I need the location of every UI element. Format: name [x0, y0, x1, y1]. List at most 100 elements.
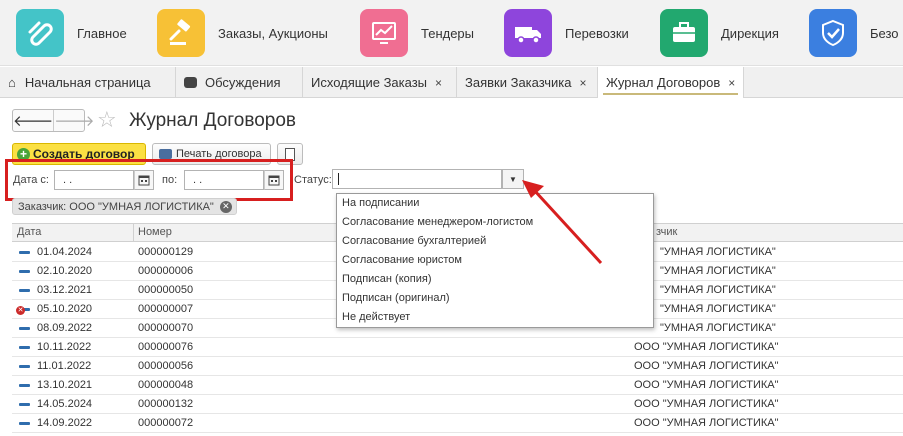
cell-customer: "УМНАЯ ЛОГИСТИКА": [660, 303, 776, 315]
tab-label: Начальная страница: [24, 75, 151, 90]
section-main[interactable]: Главное: [16, 9, 127, 57]
cell-customer: "УМНАЯ ЛОГИСТИКА": [660, 322, 776, 334]
section-label: Безо: [870, 25, 899, 41]
document-status-icon: [19, 270, 30, 273]
deletion-mark-icon: ✕: [16, 306, 25, 315]
status-option[interactable]: Согласование менеджером-логистом: [342, 216, 533, 228]
date-from-label: Дата с:: [13, 174, 49, 186]
column-customer[interactable]: зчик: [656, 226, 677, 238]
column-separator: [133, 224, 134, 241]
tab-home[interactable]: ⌂ Начальная страница: [0, 67, 176, 98]
section-label: Заказы, Аукционы: [218, 25, 328, 41]
sections-panel: Главное Заказы, Аукционы Тендеры Перевоз…: [0, 0, 903, 66]
history-navigation: 🡐 🡒: [12, 109, 94, 132]
cell-number: 000000056: [138, 360, 194, 372]
open-windows-tabs: ⌂ Начальная страница Обсуждения Исходящи…: [0, 67, 903, 98]
status-option[interactable]: Подписан (копия): [342, 273, 432, 285]
cell-number: 000000006: [138, 265, 194, 277]
table-row[interactable]: 14.05.2024 000000132 ООО "УМНАЯ ЛОГИСТИК…: [12, 395, 903, 414]
document-status-icon: [19, 422, 30, 425]
document-status-icon: [19, 365, 30, 368]
document-status-icon: [19, 346, 30, 349]
section-management[interactable]: Дирекция: [660, 9, 779, 57]
section-orders-auctions[interactable]: Заказы, Аукционы: [157, 9, 328, 57]
tab-contracts-journal[interactable]: Журнал Договоров ×: [598, 67, 744, 98]
cell-date: 08.09.2022: [37, 322, 93, 334]
section-security[interactable]: Безо: [809, 9, 899, 57]
date-to-label: по:: [162, 174, 178, 186]
table-row[interactable]: 10.11.2022 000000076 ООО "УМНАЯ ЛОГИСТИК…: [12, 338, 903, 357]
close-icon[interactable]: ×: [728, 76, 735, 90]
section-label: Перевозки: [565, 25, 629, 41]
status-option[interactable]: Согласование юристом: [342, 254, 462, 266]
cell-number: 000000076: [138, 341, 194, 353]
cell-customer: "УМНАЯ ЛОГИСТИКА": [660, 284, 776, 296]
close-icon[interactable]: ×: [580, 76, 587, 90]
cell-number: 000000070: [138, 322, 194, 334]
table-row[interactable]: 14.09.2022 000000072 ООО "УМНАЯ ЛОГИСТИК…: [12, 414, 903, 433]
back-button[interactable]: 🡐: [13, 110, 53, 131]
cell-number: 000000050: [138, 284, 194, 296]
customer-filter-chip[interactable]: Заказчик: ООО "УМНАЯ ЛОГИСТИКА" ✕: [12, 198, 237, 215]
cell-date: 05.10.2020: [37, 303, 93, 315]
briefcase-icon: [660, 9, 708, 57]
section-transport[interactable]: Перевозки: [504, 9, 629, 57]
table-row[interactable]: 13.10.2021 000000048 ООО "УМНАЯ ЛОГИСТИК…: [12, 376, 903, 395]
tab-outgoing-orders[interactable]: Исходящие Заказы ×: [303, 67, 457, 98]
date-from-input[interactable]: . .: [54, 170, 134, 190]
cell-date: 10.11.2022: [37, 341, 92, 353]
document-status-icon: [19, 403, 30, 406]
section-label: Дирекция: [721, 25, 779, 41]
chart-icon: [360, 9, 408, 57]
column-number[interactable]: Номер: [138, 226, 172, 238]
cell-date: 14.05.2024: [37, 398, 93, 410]
cell-number: 000000007: [138, 303, 194, 315]
chevron-down-icon[interactable]: ▼: [502, 169, 524, 189]
cell-date: 13.10.2021: [37, 379, 93, 391]
calendar-icon[interactable]: [134, 170, 154, 190]
document-status-icon: [19, 289, 30, 292]
document-status-icon: [19, 384, 30, 387]
document-status-icon: [19, 327, 30, 330]
cell-date: 03.12.2021: [37, 284, 93, 296]
tab-discussions[interactable]: Обсуждения: [176, 67, 303, 98]
remove-filter-icon[interactable]: ✕: [219, 200, 232, 213]
cell-customer: ООО "УМНАЯ ЛОГИСТИКА": [634, 341, 779, 353]
status-option[interactable]: Согласование бухгалтерией: [342, 235, 486, 247]
section-label: Тендеры: [421, 25, 475, 41]
document-status-icon: [19, 251, 30, 254]
text-caret: [338, 173, 339, 185]
section-tenders[interactable]: Тендеры: [360, 9, 474, 57]
cell-date: 14.09.2022: [37, 417, 93, 429]
status-dropdown-list: На подписании Согласование менеджером-ло…: [336, 193, 654, 328]
calendar-icon[interactable]: [264, 170, 284, 190]
status-label: Статус:: [294, 174, 332, 186]
cell-customer: ООО "УМНАЯ ЛОГИСТИКА": [634, 398, 779, 410]
close-icon[interactable]: ×: [435, 76, 442, 90]
page-title: Журнал Договоров: [129, 110, 297, 131]
chip-label: Заказчик: ООО "УМНАЯ ЛОГИСТИКА": [18, 200, 214, 213]
table-row[interactable]: 11.01.2022 000000056 ООО "УМНАЯ ЛОГИСТИК…: [12, 357, 903, 376]
printer-icon: [159, 149, 172, 159]
status-input[interactable]: [332, 169, 502, 189]
status-option[interactable]: Не действует: [342, 311, 410, 323]
tab-customer-requests[interactable]: Заявки Заказчика ×: [457, 67, 598, 98]
cell-customer: "УМНАЯ ЛОГИСТИКА": [660, 246, 776, 258]
cell-number: 000000072: [138, 417, 194, 429]
date-to-input[interactable]: . .: [184, 170, 264, 190]
favorite-star-icon[interactable]: ☆: [97, 108, 117, 132]
cell-number: 000000132: [138, 398, 194, 410]
cell-number: 000000129: [138, 246, 194, 258]
auction-gavel-icon: [157, 9, 205, 57]
cell-customer: ООО "УМНАЯ ЛОГИСТИКА": [634, 417, 779, 429]
shield-check-icon: [809, 9, 857, 57]
cell-number: 000000048: [138, 379, 194, 391]
tab-label: Исходящие Заказы: [311, 75, 428, 90]
tab-label: Журнал Договоров: [606, 75, 721, 90]
cell-customer: ООО "УМНАЯ ЛОГИСТИКА": [634, 379, 779, 391]
forward-button[interactable]: 🡒: [53, 110, 94, 131]
status-option[interactable]: Подписан (оригинал): [342, 292, 450, 304]
cell-customer: "УМНАЯ ЛОГИСТИКА": [660, 265, 776, 277]
status-option[interactable]: На подписании: [342, 197, 419, 209]
column-date[interactable]: Дата: [17, 226, 41, 238]
